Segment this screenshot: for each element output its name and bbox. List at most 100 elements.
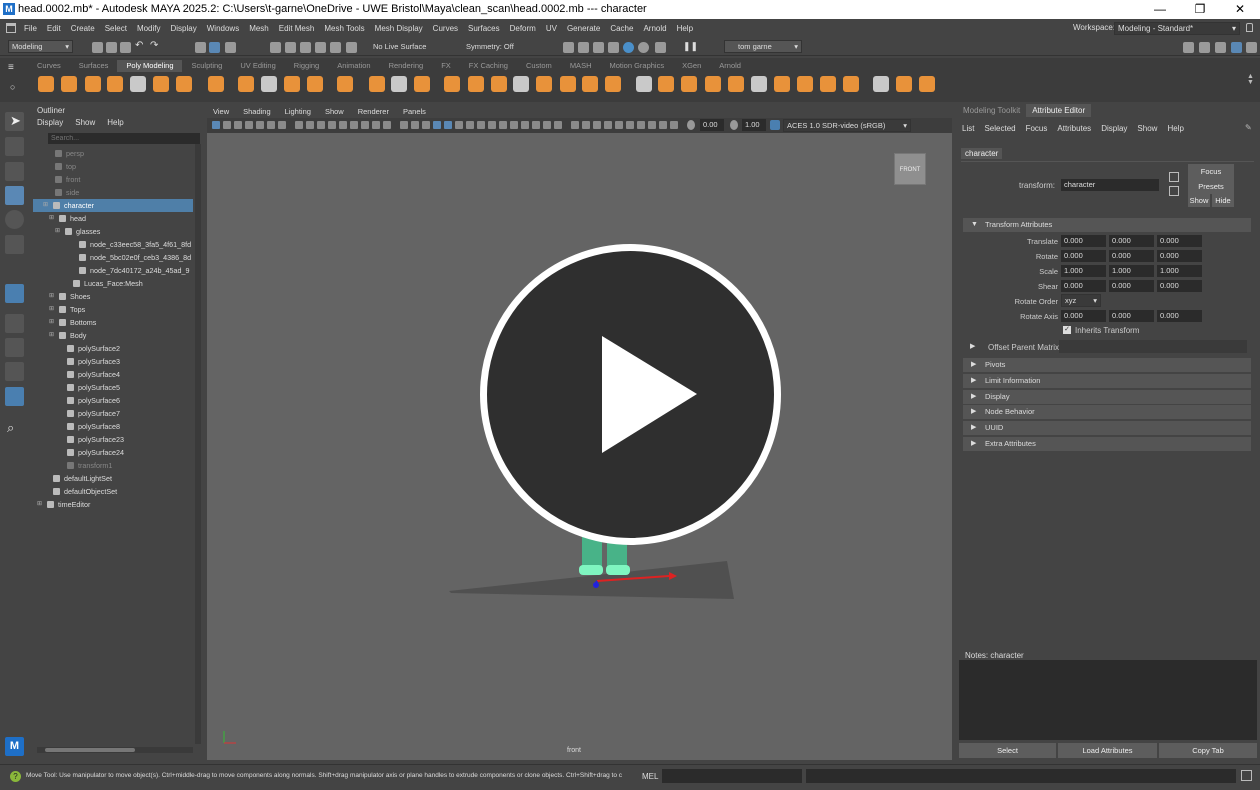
shelf-mirror-icon[interactable] — [468, 76, 484, 92]
load-attributes-button[interactable]: Load Attributes — [1058, 743, 1157, 758]
shelf-svg-icon[interactable] — [284, 76, 300, 92]
snap-surface-icon[interactable] — [330, 42, 341, 53]
snap-point-icon[interactable] — [300, 42, 311, 53]
expand-arrow-icon[interactable]: ▶ — [970, 342, 975, 350]
outliner-row[interactable]: transform1 — [33, 459, 193, 472]
toggle-panel-icon[interactable] — [1183, 42, 1194, 53]
menu-edit[interactable]: Edit — [47, 24, 61, 33]
viewport-tool-7-icon[interactable] — [295, 121, 303, 129]
section-limit-information[interactable]: ▶ Limit Information — [963, 374, 1251, 388]
shelf-scroll-arrows[interactable]: ▲ ▼ — [1247, 73, 1254, 86]
inherits-transform-checkbox[interactable]: ✓ — [1063, 326, 1071, 334]
shelf-quad-draw-icon[interactable] — [681, 76, 697, 92]
undo-icon[interactable]: ↶ — [135, 40, 143, 51]
shelf-settings-icon[interactable]: ○ — [10, 82, 15, 92]
outliner-row[interactable]: polySurface2 — [33, 342, 193, 355]
select-hierarchy-icon[interactable] — [195, 42, 206, 53]
expand-toggle-icon[interactable]: ⊞ — [49, 303, 54, 316]
new-scene-icon[interactable] — [92, 42, 103, 53]
outliner-menu-show[interactable]: Show — [75, 118, 95, 127]
shelf-append-icon[interactable] — [560, 76, 576, 92]
tab-xgen[interactable]: XGen — [673, 60, 710, 72]
shelf-cylinder-icon[interactable] — [85, 76, 101, 92]
viewport-tool-35-icon[interactable] — [615, 121, 623, 129]
viewport-tool-23-icon[interactable] — [477, 121, 485, 129]
shear-x-field[interactable]: 0.000 — [1061, 280, 1106, 292]
node-tab-character[interactable]: character — [961, 148, 1003, 159]
viewport-tool-22-icon[interactable] — [466, 121, 474, 129]
viewport-tool-26-icon[interactable] — [510, 121, 518, 129]
outliner-row[interactable]: node_5bc02e0f_ceb3_4386_8d — [33, 251, 193, 264]
viewport-tool-34-icon[interactable] — [604, 121, 612, 129]
translate-z-field[interactable]: 0.000 — [1157, 235, 1202, 247]
section-extra-attributes[interactable]: ▶ Extra Attributes — [963, 437, 1251, 451]
outliner-row[interactable]: polySurface24 — [33, 446, 193, 459]
shelf-target-weld-icon[interactable] — [658, 76, 674, 92]
viewport-tool-37-icon[interactable] — [637, 121, 645, 129]
tab-animation[interactable]: Animation — [328, 60, 379, 72]
vp-menu-renderer[interactable]: Renderer — [358, 107, 389, 116]
outliner-row[interactable]: ⊞ timeEditor — [33, 498, 193, 511]
snap-curve-icon[interactable] — [285, 42, 296, 53]
menu-display[interactable]: Display — [171, 24, 197, 33]
symmetry-label[interactable]: Symmetry: Off — [466, 42, 514, 51]
menu-mesh[interactable]: Mesh — [249, 24, 269, 33]
notes-textarea[interactable] — [959, 660, 1257, 740]
expand-toggle-icon[interactable]: ⊞ — [49, 316, 54, 329]
modeling-toolkit-icon[interactable] — [1199, 42, 1210, 53]
viewport-tool-39-icon[interactable] — [659, 121, 667, 129]
shelf-lattice-icon[interactable] — [896, 76, 912, 92]
show-button[interactable]: Show — [1188, 194, 1210, 207]
outliner-row[interactable]: front — [33, 173, 193, 186]
expand-toggle-icon[interactable]: ⊞ — [55, 225, 60, 238]
section-uuid[interactable]: ▶ UUID — [963, 421, 1251, 435]
viewport-tool-18-icon[interactable] — [422, 121, 430, 129]
menu-cache[interactable]: Cache — [610, 24, 633, 33]
shelf-type-icon[interactable] — [261, 76, 277, 92]
outliner-row[interactable]: defaultObjectSet — [33, 485, 193, 498]
pin-icon[interactable]: ✎ — [1245, 123, 1252, 132]
shelf-soft-select-icon[interactable] — [873, 76, 889, 92]
go-to-output-icon[interactable] — [1169, 186, 1179, 196]
tab-fx-caching[interactable]: FX Caching — [460, 60, 517, 72]
shelf-merge-icon[interactable] — [582, 76, 598, 92]
shelf-menu-icon[interactable]: ≡ — [8, 62, 14, 73]
outliner-row[interactable]: side — [33, 186, 193, 199]
viewport-tool-2-icon[interactable] — [234, 121, 242, 129]
render-settings-icon[interactable] — [608, 42, 619, 53]
tab-modeling-toolkit[interactable]: Modeling Toolkit — [957, 104, 1026, 117]
outliner-layout-icon[interactable] — [5, 387, 24, 406]
select-component-icon[interactable] — [225, 42, 236, 53]
outliner-row[interactable]: polySurface3 — [33, 355, 193, 368]
viewport-tool-40-icon[interactable] — [670, 121, 678, 129]
viewport-tool-27-icon[interactable] — [521, 121, 529, 129]
tab-custom[interactable]: Custom — [517, 60, 561, 72]
ae-menu-attributes[interactable]: Attributes — [1057, 124, 1091, 133]
viewport-tool-16-icon[interactable] — [400, 121, 408, 129]
shelf-retopo-icon[interactable] — [919, 76, 935, 92]
shelf-super-shape-icon[interactable] — [238, 76, 254, 92]
viewport-tool-4-icon[interactable] — [256, 121, 264, 129]
snap-view-plane-icon[interactable] — [315, 42, 326, 53]
outliner-row[interactable]: Lucas_Face:Mesh — [33, 277, 193, 290]
shelf-combine-icon[interactable] — [337, 76, 353, 92]
rotate-z-field[interactable]: 0.000 — [1157, 250, 1202, 262]
rotate-order-dropdown[interactable]: xyz ▾ — [1061, 294, 1101, 307]
expand-toggle-icon[interactable]: ⊞ — [49, 329, 54, 342]
outliner-row[interactable]: polySurface8 — [33, 420, 193, 433]
menu-uv[interactable]: UV — [546, 24, 557, 33]
outliner-row[interactable]: ⊞ Shoes — [33, 290, 193, 303]
ae-menu-list[interactable]: List — [962, 124, 974, 133]
shelf-extract-icon[interactable] — [391, 76, 407, 92]
gamma-field[interactable]: 1.00 — [742, 119, 766, 131]
viewport-tool-30-icon[interactable] — [554, 121, 562, 129]
hide-button[interactable]: Hide — [1212, 194, 1234, 207]
section-node-behavior[interactable]: ▶ Node Behavior — [963, 405, 1251, 419]
outliner-row[interactable]: polySurface6 — [33, 394, 193, 407]
outliner-row[interactable]: ⊞ glasses — [33, 225, 193, 238]
tab-arnold[interactable]: Arnold — [710, 60, 750, 72]
expand-toggle-icon[interactable]: ⊞ — [37, 498, 42, 511]
play-button[interactable] — [480, 244, 781, 545]
shelf-quadrangulate-icon[interactable] — [797, 76, 813, 92]
outliner-row[interactable]: node_c33eec58_3fa5_4f61_8fd — [33, 238, 193, 251]
